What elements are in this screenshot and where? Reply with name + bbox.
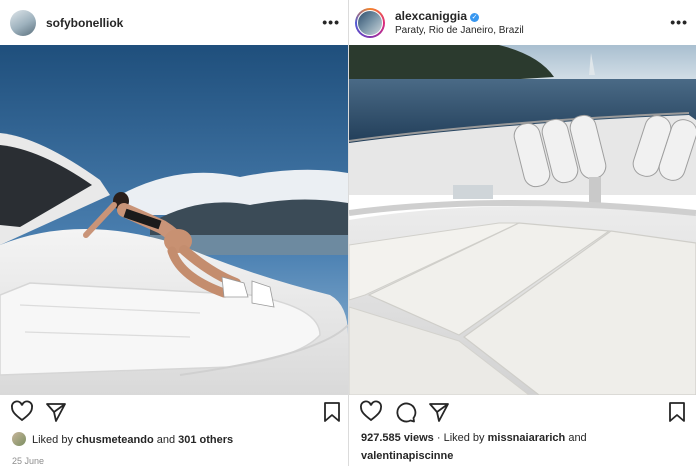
heart-icon[interactable] — [359, 400, 383, 424]
others-link[interactable]: 301 others — [178, 434, 233, 446]
comment-icon[interactable] — [393, 400, 417, 424]
verified-badge-icon: ✓ — [470, 13, 480, 22]
likes-summary: Liked by chusmeteando and 301 others — [12, 432, 233, 446]
avatar[interactable] — [10, 9, 36, 36]
liker-username[interactable]: chusmeteando — [76, 434, 154, 446]
location-link[interactable]: Paraty, Rio de Janeiro, Brazil — [395, 25, 524, 36]
username[interactable]: alexcaniggia — [395, 9, 467, 23]
liker-avatar — [12, 432, 26, 446]
bookmark-icon[interactable] — [665, 400, 689, 424]
more-options-icon[interactable]: ••• — [322, 14, 340, 30]
right-post: alexcaniggia ✓ Paraty, Rio de Janeiro, Br… — [349, 0, 696, 466]
username[interactable]: sofybonelliok — [46, 16, 123, 30]
post-header: alexcaniggia ✓ Paraty, Rio de Janeiro, Br… — [349, 0, 696, 45]
action-bar — [0, 400, 348, 426]
more-options-icon[interactable]: ••• — [670, 14, 688, 30]
bookmark-icon[interactable] — [320, 400, 344, 424]
left-post: sofybonelliok ••• Liked by chusmeteando … — [0, 0, 348, 466]
liker-username[interactable]: missnaiararich — [488, 432, 566, 444]
liker-username[interactable]: valentinapiscinne — [361, 450, 453, 462]
post-date: 25 June — [12, 456, 45, 466]
action-bar — [349, 400, 696, 426]
post-image[interactable] — [0, 45, 348, 395]
post-header: sofybonelliok ••• — [0, 0, 348, 45]
views-summary: 927.585 views · Liked by missnaiararich … — [361, 432, 587, 444]
views-count[interactable]: 927.585 views — [361, 432, 434, 444]
send-icon[interactable] — [44, 400, 68, 424]
post-image[interactable] — [349, 45, 696, 395]
heart-icon[interactable] — [10, 400, 34, 424]
send-icon[interactable] — [427, 400, 451, 424]
avatar[interactable] — [355, 7, 385, 38]
